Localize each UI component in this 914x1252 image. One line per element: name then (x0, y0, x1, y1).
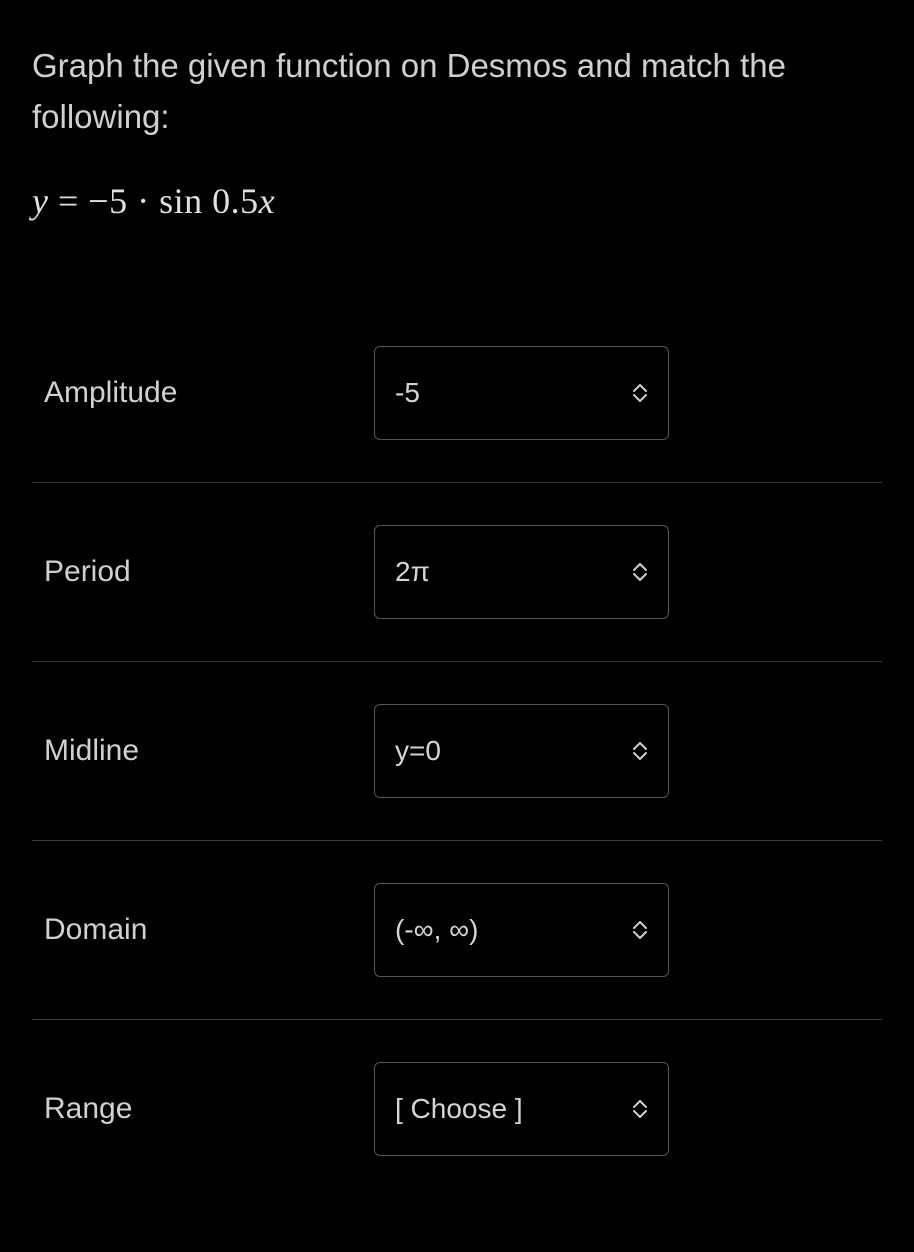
label-range: Range (44, 1092, 374, 1126)
select-range[interactable]: [ Choose ] (374, 1062, 669, 1156)
label-midline: Midline (44, 734, 374, 768)
chevron-updown-icon (632, 1099, 648, 1119)
select-domain[interactable]: (-∞, ∞) (374, 883, 669, 977)
select-value-amplitude: -5 (395, 377, 420, 409)
row-period: Period 2π (32, 483, 882, 662)
instruction-text: Graph the given function on Desmos and m… (32, 40, 882, 142)
select-value-domain: (-∞, ∞) (395, 914, 478, 946)
chevron-updown-icon (632, 562, 648, 582)
label-period: Period (44, 555, 374, 589)
select-value-range: [ Choose ] (395, 1093, 523, 1125)
row-midline: Midline y=0 (32, 662, 882, 841)
select-period[interactable]: 2π (374, 525, 669, 619)
equation: y = −5 · sin 0.5x (32, 180, 882, 222)
select-midline[interactable]: y=0 (374, 704, 669, 798)
chevron-updown-icon (632, 383, 648, 403)
select-value-period: 2π (395, 556, 430, 588)
select-amplitude[interactable]: -5 (374, 346, 669, 440)
chevron-updown-icon (632, 920, 648, 940)
row-amplitude: Amplitude -5 (32, 304, 882, 483)
label-domain: Domain (44, 913, 374, 947)
chevron-updown-icon (632, 741, 648, 761)
select-value-midline: y=0 (395, 735, 441, 767)
label-amplitude: Amplitude (44, 376, 374, 410)
row-range: Range [ Choose ] (32, 1020, 882, 1198)
row-domain: Domain (-∞, ∞) (32, 841, 882, 1020)
